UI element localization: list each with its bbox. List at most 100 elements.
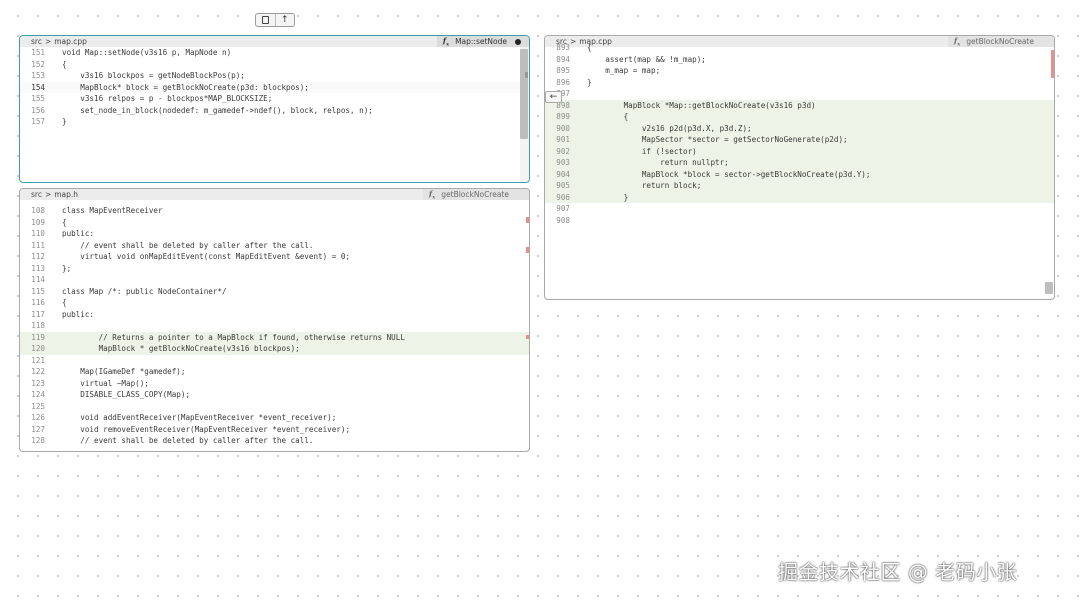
code-line[interactable]: 897 [545, 88, 1054, 100]
line-number: 109 [31, 217, 45, 227]
code-line[interactable]: 908 [545, 215, 1054, 227]
code-line[interactable]: 120 MapBlock * getBlockNoCreate(v3s16 bl… [20, 343, 529, 355]
code-panel-setnode[interactable]: src > map.cpp fx Map::setNode 151 void Map:… [19, 35, 530, 183]
code-text: MapBlock *block = sector->getBlockNoCrea… [587, 169, 871, 179]
code-line[interactable]: 123 virtual ~Map(); [20, 378, 529, 390]
code-line[interactable]: 157} [20, 116, 529, 128]
code-panel-getblocknocreate[interactable]: src > map.cpp fx getBlockNoCreate 893{894 … [544, 35, 1055, 300]
code-text: v3s16 blockpos = getNodeBlockPos(p); [62, 71, 245, 80]
breadcrumb[interactable]: src > map.h [20, 190, 423, 199]
panel-header: src > map.cpp fx Map::setNode [20, 36, 529, 47]
code-line[interactable]: 900 v2s16 p2d(p3d.X, p3d.Z); [545, 122, 1054, 134]
code-line[interactable]: 898 MapBlock *Map::getBlockNoCreate(v3s1… [545, 99, 1054, 111]
code-text: if (!sector) [587, 146, 697, 156]
line-number: 908 [556, 215, 570, 225]
line-number: 125 [31, 401, 45, 411]
code-line[interactable]: 904 MapBlock *block = sector->getBlockNo… [545, 168, 1054, 180]
code-text: class MapEventReceiver [62, 206, 163, 215]
line-number: 900 [556, 123, 570, 133]
code-text: // Returns a pointer to a MapBlock if fo… [62, 332, 405, 342]
function-icon: fx [429, 188, 436, 201]
code-line[interactable]: 154 MapBlock* block = getBlockNoCreate(p… [20, 81, 529, 93]
code-line[interactable]: 128 // event shall be deleted by caller … [20, 435, 529, 447]
code-line[interactable]: 896} [545, 77, 1054, 89]
code-line[interactable]: 108 class MapEventReceiver [20, 205, 529, 217]
code-line[interactable]: 115 class Map /*: public NodeContainer*/ [20, 286, 529, 298]
new-panel-button[interactable] [256, 14, 275, 26]
code-line[interactable]: 114 [20, 274, 529, 286]
code-line[interactable]: 895 m_map = map; [545, 65, 1054, 77]
code-line[interactable]: 119 // Returns a pointer to a MapBlock i… [20, 331, 529, 343]
code-view[interactable]: 108 class MapEventReceiver 109{110 public: 1… [20, 205, 529, 451]
line-number: 113 [31, 263, 45, 273]
code-text: void addEventReceiver(MapEventReceiver *… [62, 413, 337, 422]
code-text: // event shall be deleted by caller afte… [62, 436, 314, 445]
code-line[interactable]: 127 void removeEventReceiver(MapEventRec… [20, 424, 529, 436]
breadcrumb[interactable]: src > map.cpp [20, 37, 437, 46]
code-line[interactable]: 112 virtual void onMapEditEvent(const Ma… [20, 251, 529, 263]
code-line[interactable]: 118 [20, 320, 529, 332]
code-line[interactable]: 153 v3s16 blockpos = getNodeBlockPos(p); [20, 70, 529, 82]
function-tag[interactable]: fx getBlockNoCreate [423, 189, 529, 200]
code-line[interactable]: 905 return block; [545, 180, 1054, 192]
code-line[interactable]: 124 DISABLE_CLASS_COPY(Map); [20, 389, 529, 401]
code-line[interactable]: 152 { [20, 59, 529, 71]
code-view[interactable]: 893 {894 assert(map && !m_map); 895 m_map … [545, 42, 1054, 299]
code-text: } [62, 117, 67, 126]
line-number: 122 [31, 367, 45, 376]
change-marker [526, 247, 529, 253]
code-line[interactable]: 125 [20, 401, 529, 413]
code-line[interactable]: 894 assert(map && !m_map); [545, 54, 1054, 66]
line-number: 154 [31, 82, 45, 92]
code-line[interactable]: 126 void addEventReceiver(MapEventReceiv… [20, 412, 529, 424]
line-number: 119 [31, 332, 45, 342]
line-number: 111 [31, 240, 45, 250]
line-number: 128 [31, 436, 45, 445]
function-tag[interactable]: fx Map::setNode [436, 36, 529, 47]
line-number: 153 [31, 71, 45, 80]
up-arrow-button[interactable]: ↑ [274, 14, 295, 26]
line-number: 108 [31, 206, 45, 215]
code-text: MapBlock *Map::getBlockNoCreate(v3s16 p3… [587, 100, 816, 110]
back-button[interactable]: ← [545, 91, 562, 103]
code-line[interactable]: 907 [545, 203, 1054, 215]
code-view[interactable]: 151 void Map::setNode(v3s16 p, MapNode n)… [20, 47, 529, 182]
code-line[interactable]: 121 [20, 355, 529, 367]
code-text: v2s16 p2d(p3d.X, p3d.Z); [587, 123, 752, 133]
code-line[interactable]: 906 } [545, 191, 1054, 203]
line-number: 152 [31, 59, 45, 69]
code-line[interactable]: 903 return nullptr; [545, 157, 1054, 169]
up-arrow-icon: ↑ [280, 15, 289, 25]
code-panel-map-h[interactable]: src > map.h fx getBlockNoCreate 108 class M… [19, 188, 530, 452]
code-line[interactable]: 117 public: [20, 309, 529, 321]
code-line[interactable]: 155 v3s16 relpos = p - blockpos*MAP_BLOC… [20, 93, 529, 105]
line-number: 895 [556, 66, 570, 75]
code-line[interactable]: 151 void Map::setNode(v3s16 p, MapNode n) [20, 47, 529, 59]
code-text: return block; [587, 181, 702, 190]
line-number: 112 [31, 252, 45, 261]
line-number: 899 [556, 112, 570, 121]
code-line[interactable]: 901 MapSector *sector = getSectorNoGener… [545, 134, 1054, 146]
code-text: public: [62, 309, 95, 319]
code-text: { [587, 43, 592, 52]
scroll-thumb[interactable] [1045, 282, 1053, 294]
scroll-thumb[interactable] [520, 49, 528, 139]
code-line[interactable]: 899 { [545, 111, 1054, 123]
code-line[interactable]: 113}; [20, 263, 529, 275]
code-line[interactable]: 893 { [545, 42, 1054, 54]
scrollbar[interactable] [520, 47, 529, 182]
code-line[interactable]: 109 { [20, 217, 529, 229]
canvas-toolbar: ↑ [255, 13, 295, 27]
record-dot-icon [515, 38, 521, 45]
code-line[interactable]: 122 Map(IGameDef *gamedef); [20, 366, 529, 378]
code-line[interactable]: 156 set_node_in_block(nodedef: m_gamedef… [20, 105, 529, 117]
change-marker [526, 217, 529, 223]
code-line[interactable]: 110 public: [20, 228, 529, 240]
change-marker [1051, 50, 1054, 78]
line-number: 893 [556, 43, 570, 52]
code-line[interactable]: 902 if (!sector) [545, 145, 1054, 157]
code-line[interactable]: 116 { [20, 297, 529, 309]
line-number: 156 [31, 105, 45, 115]
code-line[interactable]: 111 // event shall be deleted by caller … [20, 240, 529, 252]
code-text: void Map::setNode(v3s16 p, MapNode n) [62, 48, 232, 57]
